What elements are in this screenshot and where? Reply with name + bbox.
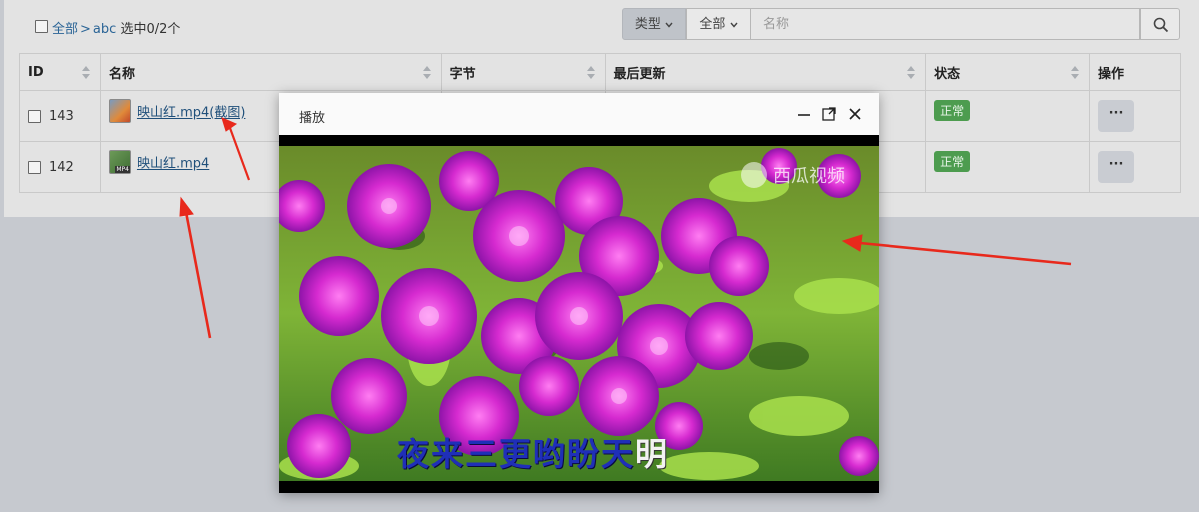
select-all-checkbox[interactable] — [35, 20, 48, 33]
actions-cell: ··· — [1089, 141, 1181, 193]
subtitle-highlight: 明 — [635, 435, 670, 473]
breadcrumb-separator: > — [80, 22, 91, 37]
scope-filter-dropdown[interactable]: 全部 — [686, 8, 751, 40]
sort-icon[interactable] — [81, 66, 90, 80]
selection-status: 选中0/2个 — [120, 22, 181, 37]
modal-header: 播放 — [279, 93, 879, 135]
image-file-icon — [108, 99, 131, 123]
id-cell: 142 — [19, 141, 101, 193]
actions-cell: ··· — [1089, 90, 1181, 142]
column-header-actions: 操作 — [1089, 53, 1181, 91]
column-header-id[interactable]: ID — [19, 53, 101, 91]
status-badge: 正常 — [934, 150, 971, 172]
video-watermark: 西瓜视频 — [773, 166, 845, 187]
video-player-modal: 播放 西瓜视频 夜来三更哟盼天明 — [279, 93, 879, 493]
video-frame[interactable]: 西瓜视频 夜来三更哟盼天明 — [279, 146, 879, 481]
file-name-link[interactable]: 映山红.mp4 — [137, 157, 209, 172]
breadcrumb: 全部 > abc 选中0/2个 — [52, 18, 180, 37]
type-filter-label: 类型 — [634, 17, 661, 32]
breadcrumb-all-link[interactable]: 全部 — [52, 22, 78, 37]
search-button[interactable] — [1140, 8, 1180, 40]
more-actions-button[interactable]: ··· — [1098, 151, 1135, 183]
toolbar: 全部 > abc 选中0/2个 类型 全部 名称 — [4, 0, 1199, 50]
header-label: 字节 — [449, 66, 476, 82]
header-label: 操作 — [1098, 66, 1125, 82]
more-actions-button[interactable]: ··· — [1098, 100, 1135, 132]
maximize-icon[interactable] — [820, 105, 838, 123]
watermark-logo-icon — [741, 162, 767, 188]
column-header-size[interactable]: 字节 — [440, 53, 606, 91]
file-name-link[interactable]: 映山红.mp4(截图) — [137, 106, 245, 121]
search-input[interactable]: 名称 — [751, 8, 1140, 40]
column-header-status[interactable]: 状态 — [925, 53, 1091, 91]
header-label: ID — [28, 64, 44, 80]
row-checkbox[interactable] — [28, 160, 41, 174]
header-label: 名称 — [108, 66, 135, 82]
type-filter-dropdown[interactable]: 类型 — [622, 8, 686, 40]
row-checkbox[interactable] — [28, 109, 41, 123]
breadcrumb-folder-link[interactable]: abc — [93, 22, 116, 37]
id-cell: 143 — [19, 90, 101, 142]
search-icon — [1153, 17, 1169, 33]
sort-icon[interactable] — [422, 66, 431, 80]
header-label: 最后更新 — [613, 66, 666, 82]
sort-icon[interactable] — [907, 66, 916, 80]
table-header-row: ID 名称 字节 最后更新 状态 操作 — [19, 53, 1181, 91]
status-cell: 正常 — [925, 90, 1091, 142]
close-icon[interactable] — [846, 105, 864, 123]
modal-title: 播放 — [299, 111, 326, 126]
sort-icon[interactable] — [586, 66, 595, 80]
chevron-down-icon — [665, 22, 673, 28]
sort-icon[interactable] — [1071, 66, 1080, 80]
column-header-updated[interactable]: 最后更新 — [604, 53, 927, 91]
search-placeholder: 名称 — [763, 17, 790, 32]
chevron-down-icon — [730, 22, 738, 28]
minimize-icon[interactable] — [795, 105, 813, 123]
row-id: 143 — [49, 108, 74, 124]
status-badge: 正常 — [934, 99, 971, 121]
video-subtitle: 夜来三更哟盼天明 — [397, 429, 669, 475]
subtitle-text: 夜来三更哟盼天 — [397, 435, 636, 473]
mp4-file-icon: MP4 — [108, 150, 131, 174]
header-label: 状态 — [934, 66, 961, 82]
row-id: 142 — [49, 159, 74, 175]
column-header-name[interactable]: 名称 — [99, 53, 442, 91]
status-cell: 正常 — [925, 141, 1091, 193]
scope-filter-label: 全部 — [699, 17, 726, 32]
